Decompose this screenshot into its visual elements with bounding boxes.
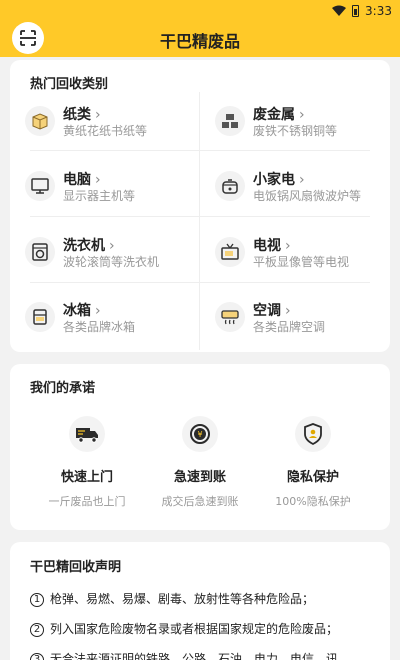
chevron-right-icon: › (285, 238, 291, 254)
money-icon: ¥ (182, 416, 218, 452)
notice-item: 3 无合法来源证明的铁路、公路、石油、电力、电信、讯 (30, 650, 380, 660)
chevron-right-icon: › (95, 107, 101, 123)
tv-icon (215, 237, 245, 267)
promise-title: 我们的承诺 (30, 381, 96, 396)
box-icon (25, 106, 55, 136)
notice-card: 干巴精回收声明 1 枪弹、易燃、易爆、剧毒、放射性等各种危险品； 2 列入国家危险废… (10, 542, 390, 660)
monitor-icon (25, 171, 55, 201)
notice-item: 1 枪弹、易燃、易爆、剧毒、放射性等各种危险品； (30, 590, 380, 607)
fridge-icon (25, 302, 55, 332)
status-bar: 3:33 (0, 0, 400, 22)
metal-icon (215, 106, 245, 136)
svg-text:¥: ¥ (197, 430, 202, 439)
page-title: 干巴精废品 (159, 32, 240, 51)
category-small-appliance[interactable]: 小家电 › 电饭锅风扇微波炉等 (200, 163, 385, 229)
truck-icon (69, 416, 105, 452)
category-tv[interactable]: 电视 › 平板显像管等电视 (200, 229, 385, 295)
notice-item: 2 列入国家危险废物名录或者根据国家规定的危险废品； (30, 620, 380, 637)
category-air-conditioner[interactable]: 空调 › 各类品牌空调 (200, 294, 385, 360)
air-conditioner-icon (215, 302, 245, 332)
shield-icon (295, 416, 331, 452)
category-paper[interactable]: 纸类 › 黄纸花纸书纸等 (10, 98, 195, 164)
hot-categories-card: 热门回收类别 纸类 › 黄纸花纸书纸等 废金属 › 废铁不锈钢铜等 电脑 › 显示器主… (10, 60, 390, 352)
promise-fast-payment: ¥ 急速到账 成交后急速到账 (137, 416, 263, 509)
notice-title: 干巴精回收声明 (30, 560, 122, 575)
wifi-icon (332, 5, 347, 16)
category-washing-machine[interactable]: 洗衣机 › 波轮滚筒等洗衣机 (10, 229, 195, 295)
chevron-right-icon: › (95, 303, 101, 319)
category-computer[interactable]: 电脑 › 显示器主机等 (10, 163, 195, 229)
washing-machine-icon (25, 237, 55, 267)
rice-cooker-icon (215, 171, 245, 201)
category-fridge[interactable]: 冰箱 › 各类品牌冰箱 (10, 294, 195, 360)
battery-icon (352, 5, 360, 17)
chevron-right-icon: › (285, 303, 291, 319)
chevron-right-icon: › (109, 238, 115, 254)
chevron-right-icon: › (95, 172, 101, 188)
chevron-right-icon: › (299, 107, 305, 123)
promise-fast-pickup: 快速上门 一斤废品也上门 (24, 416, 150, 509)
category-metal[interactable]: 废金属 › 废铁不锈钢铜等 (200, 98, 385, 164)
hot-categories-title: 热门回收类别 (30, 77, 109, 92)
promise-card: 我们的承诺 快速上门 一斤废品也上门 ¥ 急速到账 成交后急速到账 隐私保护 1… (10, 364, 390, 530)
status-time: 3:33 (365, 4, 392, 18)
promise-privacy: 隐私保护 100%隐私保护 (250, 416, 376, 509)
chevron-right-icon: › (299, 172, 305, 188)
app-bar: 3:33 干巴精废品 (0, 0, 400, 57)
